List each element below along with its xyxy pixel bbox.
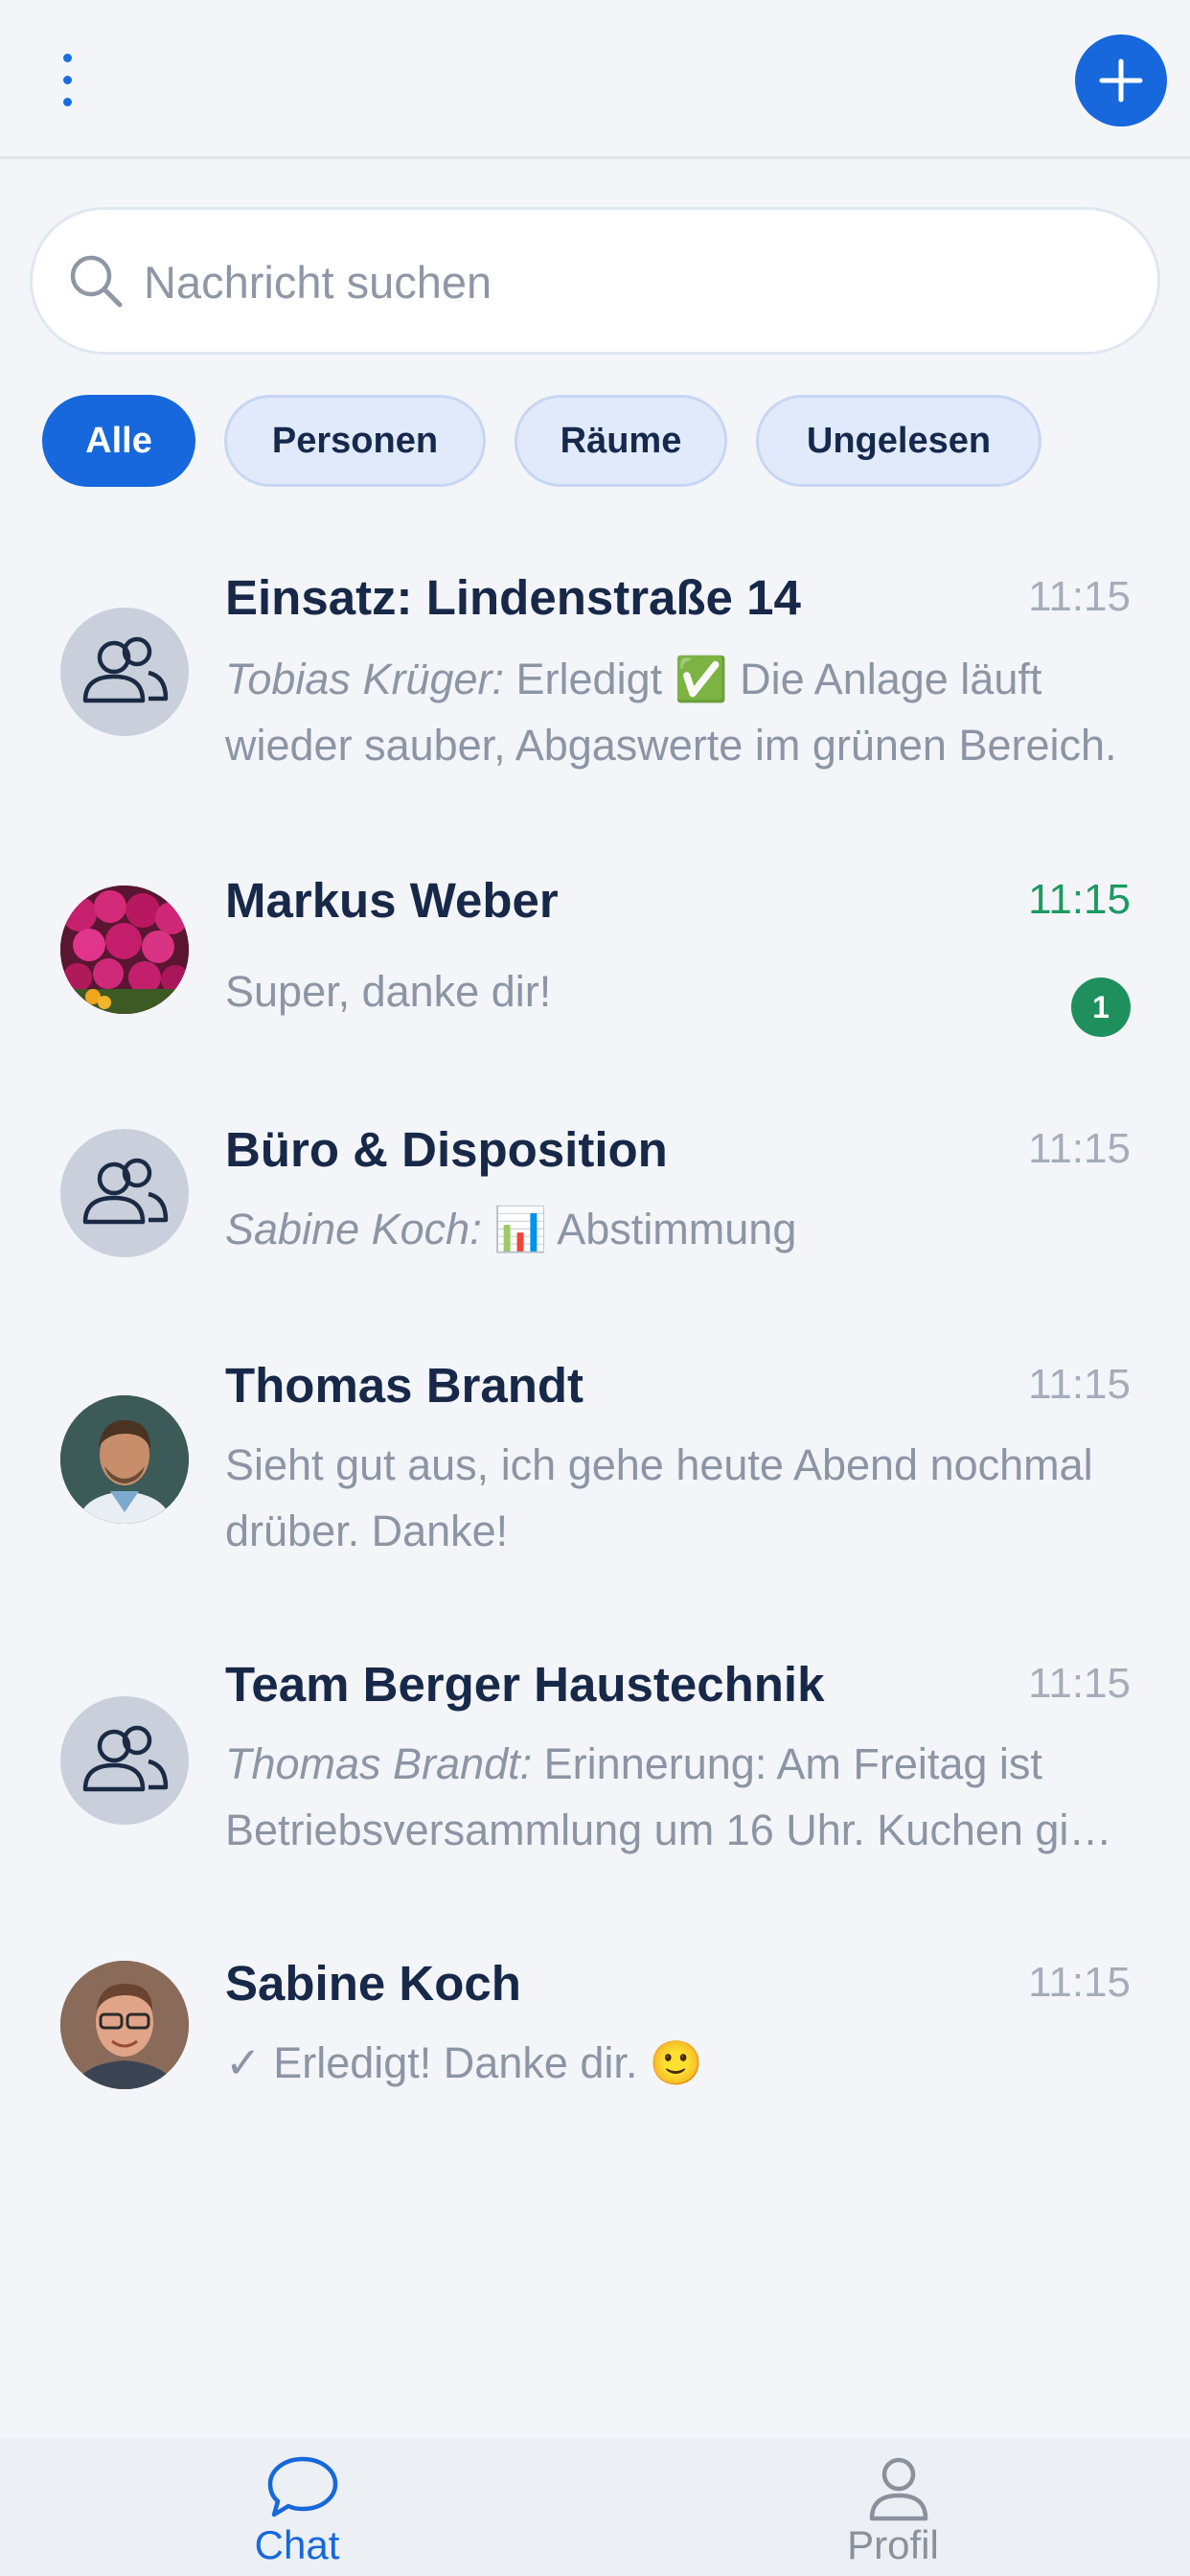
chat-time: 11:15 — [1028, 573, 1131, 620]
chat-preview: Super, danke dir! — [225, 958, 1126, 1024]
group-icon — [82, 1725, 169, 1792]
message-text: 📊 Abstimmung — [493, 1205, 797, 1254]
chat-title: Büro & Disposition — [225, 1122, 668, 1177]
chat-row[interactable]: Markus Weber 11:15 Super, danke dir! 1 — [0, 843, 1190, 1064]
chat-time: 11:15 — [1028, 1959, 1131, 2006]
search-input[interactable] — [142, 246, 1104, 317]
chat-bubble-icon — [267, 2456, 338, 2518]
tab-profile-label: Profil — [847, 2522, 939, 2567]
person-photo-icon — [60, 1961, 189, 2089]
flowers-photo-icon — [60, 886, 189, 1014]
chat-preview: ✓ Erledigt! Danke dir. 🙂 — [225, 2030, 1126, 2096]
message-text: Super, danke dir! — [225, 967, 552, 1016]
sender-name: Sabine Koch: — [225, 1205, 482, 1254]
chat-time: 11:15 — [1028, 876, 1131, 923]
chat-row[interactable]: Sabine Koch 11:15 ✓ Erledigt! Danke dir.… — [0, 1928, 1190, 2139]
message-text: Sieht gut aus, ich gehe heute Abend noch… — [225, 1440, 1093, 1555]
tab-chat-label: Chat — [254, 2522, 340, 2567]
chat-time: 11:15 — [1028, 1125, 1131, 1172]
bottom-nav: Chat Profil — [0, 2438, 1190, 2576]
chat-title: Einsatz: Lindenstraße 14 — [225, 570, 801, 625]
chat-preview: Thomas Brandt: Erinnerung: Am Freitag is… — [225, 1731, 1126, 1863]
chat-time: 11:15 — [1028, 1660, 1131, 1707]
top-bar — [0, 0, 1190, 159]
avatar — [60, 1961, 189, 2089]
group-icon — [82, 1158, 169, 1225]
chat-title: Sabine Koch — [225, 1956, 521, 2011]
chat-preview: Sabine Koch: 📊 Abstimmung — [225, 1196, 1126, 1262]
sender-name: Thomas Brandt: — [225, 1739, 533, 1788]
chat-row[interactable]: Büro & Disposition 11:15 Sabine Koch: 📊 … — [0, 1092, 1190, 1303]
unread-badge: 1 — [1071, 978, 1131, 1037]
avatar — [60, 1395, 189, 1524]
chat-list-screen: Alle Personen Räume Ungelesen Einsatz: L… — [0, 0, 1190, 2576]
tab-chat[interactable]: Chat — [153, 2438, 441, 2576]
group-avatar — [60, 1129, 189, 1257]
more-menu-icon[interactable] — [52, 50, 82, 111]
chat-title: Thomas Brandt — [225, 1358, 584, 1413]
chat-row[interactable]: Einsatz: Lindenstraße 14 11:15 Tobias Kr… — [0, 537, 1190, 805]
search-bar[interactable] — [30, 207, 1160, 355]
chat-title: Team Berger Haustechnik — [225, 1657, 825, 1712]
user-icon — [869, 2457, 928, 2521]
filter-unread[interactable]: Ungelesen — [756, 395, 1041, 487]
chat-preview: Tobias Krüger: Erledigt ✅ Die Anlage läu… — [225, 646, 1126, 778]
chat-row[interactable]: Thomas Brandt 11:15 Sieht gut aus, ich g… — [0, 1332, 1190, 1600]
chat-title: Markus Weber — [225, 873, 559, 928]
filter-persons[interactable]: Personen — [224, 395, 486, 487]
plus-icon — [1099, 58, 1143, 103]
filter-all[interactable]: Alle — [42, 395, 195, 487]
group-icon — [82, 636, 169, 703]
person-photo-icon — [60, 1395, 189, 1524]
chat-preview: Sieht gut aus, ich gehe heute Abend noch… — [225, 1432, 1126, 1564]
sender-name: Tobias Krüger: — [225, 655, 505, 703]
group-avatar — [60, 1696, 189, 1825]
chat-time: 11:15 — [1028, 1361, 1131, 1408]
chat-row[interactable]: Team Berger Haustechnik 11:15 Thomas Bra… — [0, 1629, 1190, 1898]
filter-rooms[interactable]: Räume — [515, 395, 727, 487]
avatar — [60, 886, 189, 1014]
group-avatar — [60, 608, 189, 736]
tab-profile[interactable]: Profil — [749, 2438, 1037, 2576]
search-icon — [70, 255, 123, 308]
message-text: ✓ Erledigt! Danke dir. 🙂 — [225, 2038, 703, 2087]
new-chat-button[interactable] — [1075, 34, 1167, 126]
